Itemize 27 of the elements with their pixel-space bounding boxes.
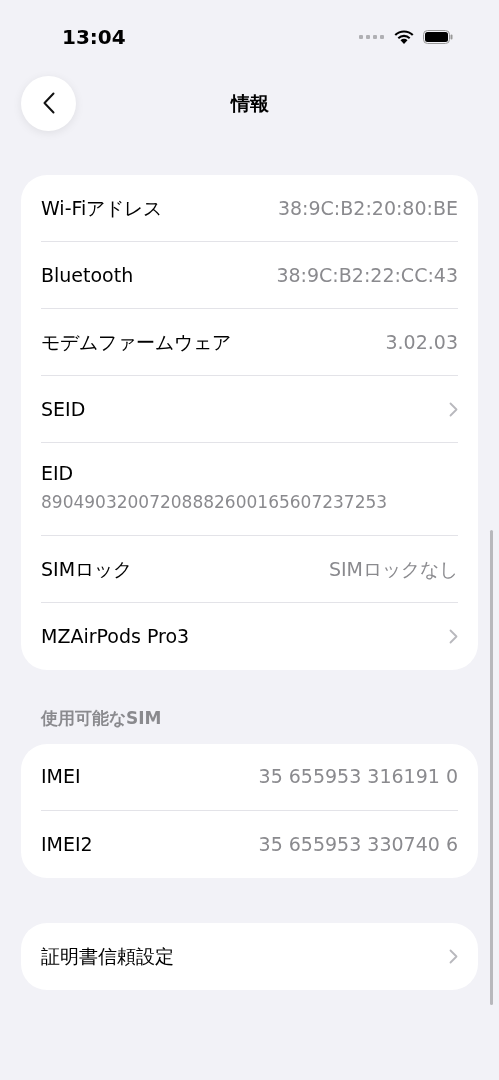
wifi-icon [393, 29, 415, 45]
row-value: 38:9C:B2:20:80:BE [277, 195, 458, 221]
chevron-icon [449, 948, 458, 964]
settings-row[interactable]: MZAirPods Pro3 [41, 603, 458, 670]
row-label: EID [41, 462, 75, 487]
status-time: 13:04 [62, 24, 126, 51]
row-value: 89049032007208882600165607237253 [41, 491, 389, 515]
settings-row[interactable]: SEID [41, 376, 458, 443]
section-header: 使用可能なSIM [41, 708, 162, 728]
chevron-icon [449, 401, 458, 417]
row-value: 35 655953 330740 6 [258, 831, 458, 857]
signal-icon [359, 35, 385, 39]
nav-title: 情報 [230, 90, 269, 116]
row-value: 3.02.03 [385, 329, 458, 355]
battery-icon [423, 30, 453, 44]
row-label: IMEI2 [41, 831, 93, 857]
row-value: SIMロックなし [328, 556, 458, 582]
chevron-icon [449, 629, 458, 644]
settings-row[interactable]: 証明書信頼設定 [41, 922, 458, 990]
row-label: モデムファームウェア [41, 329, 231, 355]
row-label: IMEI [41, 764, 81, 790]
row-label: Bluetooth [41, 262, 134, 288]
back-icon [42, 92, 55, 114]
row-value: 35 655953 316191 0 [258, 764, 458, 790]
row-value: 38:9C:B2:22:CC:43 [276, 262, 458, 288]
row-label: Wi-Fiアドレス [41, 195, 163, 221]
row-label: SIMロック [41, 556, 133, 582]
